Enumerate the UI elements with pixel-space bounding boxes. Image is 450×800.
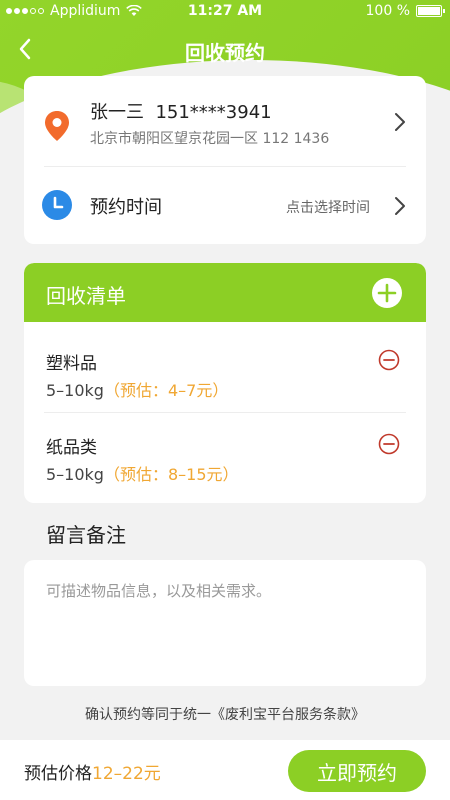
terms-prefix: 确认预约等同于统一 bbox=[85, 707, 211, 723]
plus-circle-icon bbox=[377, 283, 397, 303]
minus-circle-icon[interactable] bbox=[378, 349, 400, 371]
terms-link[interactable]: 《废利宝平台服务条款》 bbox=[211, 707, 365, 723]
appointment-time-label: 预约时间 bbox=[90, 197, 162, 218]
estimated-price-label: 预估价格 bbox=[24, 764, 92, 784]
terms-notice: 确认预约等同于统一《废利宝平台服务条款》 bbox=[0, 704, 450, 724]
status-bar: Applidium 11:27 AM 100 % bbox=[0, 0, 450, 24]
clock-icon bbox=[42, 190, 72, 220]
battery-icon bbox=[416, 5, 445, 17]
minus-circle-icon[interactable] bbox=[378, 433, 400, 455]
remarks-title: 留言备注 bbox=[46, 523, 126, 547]
recycle-list-card: 回收清单 塑料品 5–10kg（预估：4–7元） 纸品类 5–10kg（预估：8… bbox=[24, 263, 426, 503]
item-estimate: （预估：4–7元） bbox=[103, 381, 229, 400]
book-now-button[interactable]: 立即预约 bbox=[288, 750, 426, 792]
address-line: 北京市朝阳区望京花园一区 112 1436 bbox=[90, 131, 330, 147]
add-item-button[interactable] bbox=[372, 278, 402, 308]
navigation-bar: 回收预约 bbox=[0, 24, 450, 76]
item-estimate: （预估：8–15元） bbox=[103, 465, 239, 484]
list-item: 塑料品 5–10kg（预估：4–7元） bbox=[24, 325, 426, 411]
chevron-right-icon bbox=[395, 113, 405, 131]
remarks-input[interactable] bbox=[24, 560, 426, 686]
list-item: 纸品类 5–10kg（预估：8–15元） bbox=[24, 409, 426, 495]
estimated-price-value: 12–22元 bbox=[92, 764, 161, 784]
item-name: 塑料品 bbox=[46, 354, 97, 374]
address-row[interactable]: 张一三 151****3941 北京市朝阳区望京花园一区 112 1436 bbox=[24, 76, 426, 166]
recycle-list-header: 回收清单 bbox=[24, 263, 426, 322]
chevron-right-icon bbox=[395, 197, 405, 215]
remarks-box bbox=[24, 560, 426, 686]
location-pin-icon bbox=[45, 111, 69, 141]
battery-level: 100 % bbox=[365, 3, 410, 19]
contact-name-phone: 张一三 151****3941 bbox=[90, 102, 272, 123]
item-weight: 5–10kg bbox=[46, 465, 104, 484]
item-weight: 5–10kg bbox=[46, 381, 104, 400]
address-card: 张一三 151****3941 北京市朝阳区望京花园一区 112 1436 预约… bbox=[24, 76, 426, 244]
divider bbox=[44, 166, 406, 167]
appointment-time-hint: 点击选择时间 bbox=[286, 200, 370, 216]
recycle-list-title: 回收清单 bbox=[46, 284, 126, 308]
bottom-bar: 预估价格12–22元 立即预约 bbox=[0, 740, 450, 800]
item-name: 纸品类 bbox=[46, 438, 97, 458]
appointment-time-row[interactable]: 预约时间 点击选择时间 bbox=[24, 168, 426, 244]
page-title: 回收预约 bbox=[185, 41, 265, 65]
